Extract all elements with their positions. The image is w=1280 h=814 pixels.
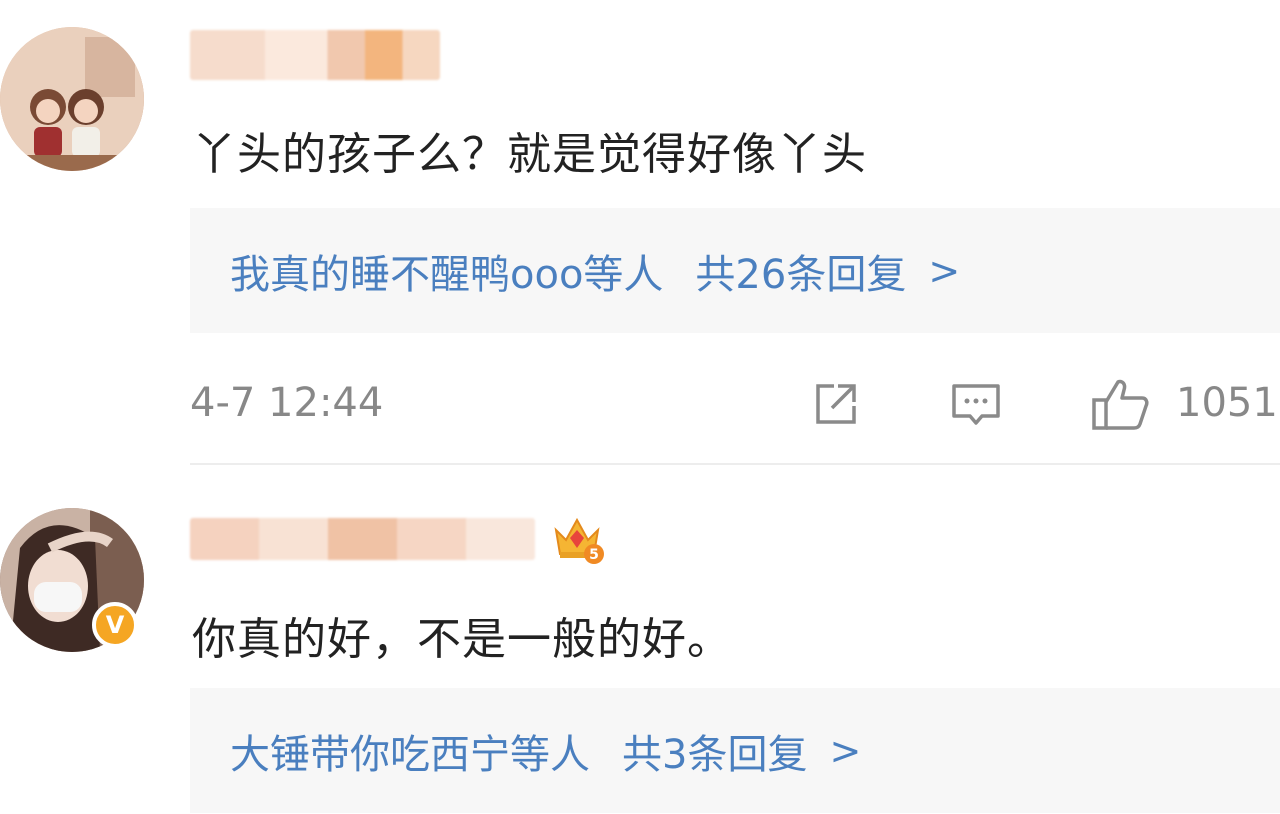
reply-users[interactable]: 大锤带你吃西宁等人 <box>230 722 590 780</box>
verified-badge-icon: V <box>92 602 138 648</box>
vip-crown-icon[interactable]: 5 <box>550 510 604 564</box>
username-blurred[interactable] <box>190 30 440 80</box>
comment-text: 你真的好，不是一般的好。 <box>192 614 732 665</box>
thumbs-up-icon[interactable] <box>1090 376 1149 432</box>
reply-users[interactable]: 我真的睡不醒鸭ooo等人 <box>230 242 663 300</box>
user-avatar[interactable] <box>0 27 144 171</box>
vip-level: 5 <box>589 547 599 563</box>
comment-feed: 丫头的孩子么？就是觉得好像丫头 我真的睡不醒鸭ooo等人 共26条回复 > 4-… <box>0 0 1280 814</box>
chevron-right-icon: > <box>928 248 961 293</box>
replies-preview[interactable]: 大锤带你吃西宁等人 共3条回复 > <box>190 688 1280 813</box>
reply-count[interactable]: 共26条回复 <box>695 242 906 300</box>
reply-count[interactable]: 共3条回复 <box>622 722 807 780</box>
comment-icon[interactable] <box>948 376 1004 432</box>
username-blurred[interactable] <box>190 518 535 560</box>
share-icon[interactable] <box>808 376 864 432</box>
replies-preview[interactable]: 我真的睡不醒鸭ooo等人 共26条回复 > <box>190 208 1280 333</box>
comment-text: 丫头的孩子么？就是觉得好像丫头 <box>192 129 867 180</box>
comment-actions: 4-7 12:44 1051 <box>190 372 1280 436</box>
divider <box>190 463 1280 465</box>
chevron-right-icon: > <box>829 728 862 773</box>
like-count: 1051 <box>1176 380 1278 426</box>
timestamp: 4-7 12:44 <box>190 380 384 426</box>
avatar-illustration <box>0 27 144 171</box>
